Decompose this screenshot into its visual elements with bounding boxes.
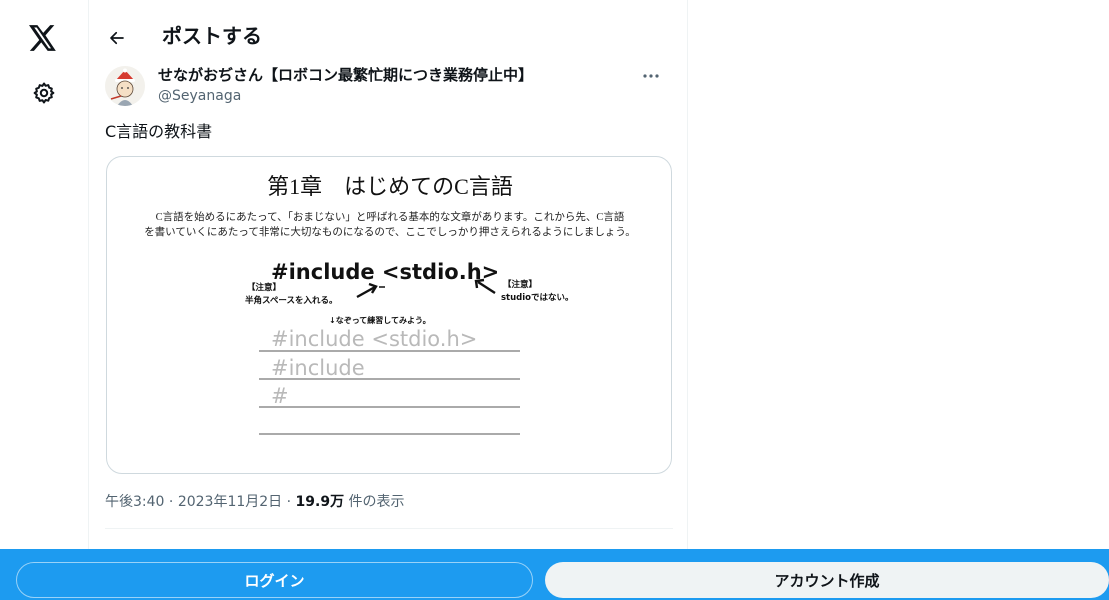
main-column: ポストする せながおぢさん【ロボコン最繁忙期につき業務停止中】 @Seyanag… — [88, 0, 688, 600]
trace-line-3: # — [271, 384, 289, 408]
divider — [105, 528, 673, 529]
more-horizontal-icon — [643, 74, 659, 78]
x-logo-icon[interactable] — [26, 22, 60, 54]
view-count: 19.9万 — [295, 494, 345, 510]
trace-line-2: #include — [271, 356, 365, 380]
post-image[interactable]: 第1章 はじめてのC言語 C言語を始めるにあたって、「おまじない」と呼ばれる基本… — [106, 156, 672, 474]
image-intro-line-2: を書いていくにあたって非常に大切なものになるので、ここでしっかり押さえられるよう… — [144, 225, 636, 238]
image-heading: 第1章 はじめてのC言語 — [267, 174, 513, 199]
image-code-main: #include <stdio.h> — [271, 260, 499, 284]
post-author: せながおぢさん【ロボコン最繁忙期につき業務停止中】 @Seyanaga — [105, 62, 673, 110]
author-name[interactable]: せながおぢさん【ロボコン最繁忙期につき業務停止中】 — [158, 65, 533, 85]
post-meta: 午後3:40 · 2023年11月2日 · 19.9万 件の表示 — [105, 492, 405, 512]
login-button[interactable]: ログイン — [16, 562, 533, 598]
post-text: C言語の教科書 — [105, 122, 213, 141]
meta-separator: · — [282, 494, 296, 510]
note-2-text: studioではない。 — [501, 293, 574, 303]
author-handle[interactable]: @Seyanaga — [158, 86, 241, 106]
note-1-text: 半角スペースを入れる。 — [245, 295, 337, 306]
image-intro-line-1: C言語を始めるにあたって、「おまじない」と呼ばれる基本的な文章があります。これか… — [156, 210, 625, 223]
post-time[interactable]: 午後3:40 — [105, 494, 164, 510]
gear-icon[interactable] — [30, 79, 58, 107]
page-title: ポストする — [162, 24, 262, 48]
note-2-title: 【注意】 — [503, 279, 537, 290]
back-button[interactable] — [103, 24, 131, 52]
post-date[interactable]: 2023年11月2日 — [178, 494, 282, 510]
view-suffix: 件の表示 — [344, 494, 405, 510]
arrow-left-icon — [110, 31, 124, 45]
trace-line-1: #include <stdio.h> — [271, 327, 477, 351]
left-nav — [0, 0, 88, 600]
more-button[interactable] — [639, 64, 663, 88]
signup-button[interactable]: アカウント作成 — [545, 562, 1109, 598]
note-1-title: 【注意】 — [247, 282, 281, 293]
trace-hint: ↓なぞって練習してみよう。 — [329, 315, 431, 325]
arrow-to-space-icon — [356, 282, 378, 299]
avatar[interactable] — [105, 66, 145, 106]
meta-separator: · — [164, 494, 178, 510]
login-bar: ログイン アカウント作成 — [0, 549, 1109, 600]
